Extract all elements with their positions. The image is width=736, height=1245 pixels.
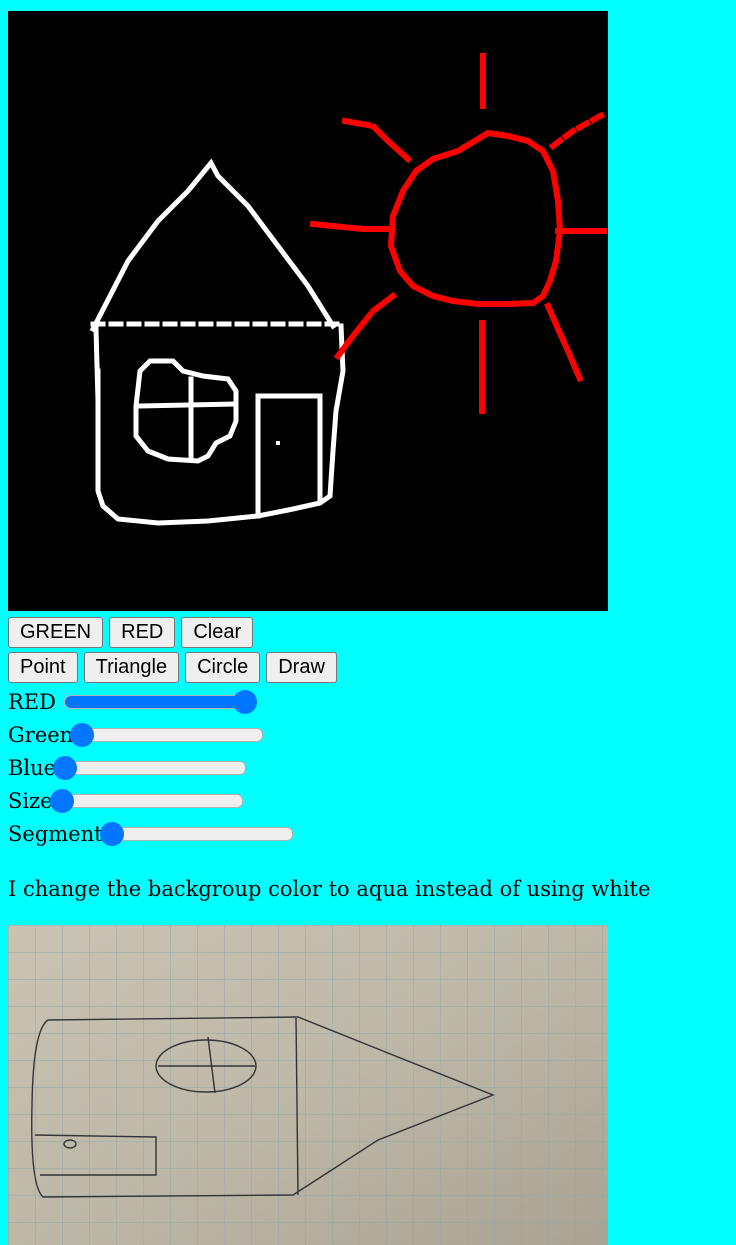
slider-label: Green [8,722,74,747]
slider-fill [64,695,245,708]
slider-thumb[interactable] [70,722,95,747]
slider-row-blue: Blue [8,751,736,784]
color-button-row: GREEN RED Clear [8,617,736,648]
slider-label: Blue [8,755,57,780]
slider-label: Segment [8,821,103,846]
slider-thumb[interactable] [232,689,257,714]
red-slider[interactable] [63,689,257,714]
green-button[interactable]: GREEN [8,617,104,648]
draw-button[interactable]: Draw [266,652,337,683]
description-text: I change the backgroup color to aqua ins… [8,877,651,901]
green-slider[interactable] [70,722,264,747]
slider-row-red: RED [8,685,736,718]
slider-row-segment: Segment [8,817,736,850]
page: GREEN RED Clear Point Triangle Circle Dr… [0,0,736,1245]
shape-button-row: Point Triangle Circle Draw [8,652,736,683]
sketch-photo [8,925,608,1245]
segment-slider[interactable] [99,821,293,846]
slider-thumb[interactable] [99,821,124,846]
slider-thumb[interactable] [53,755,78,780]
slider-thumb[interactable] [49,788,74,813]
drawing-canvas[interactable] [8,11,608,611]
canvas-drawing [8,11,608,611]
point-button[interactable]: Point [8,652,78,683]
triangle-button[interactable]: Triangle [83,652,180,683]
sketch-photo-image [8,925,608,1245]
slider-label: Size [8,788,53,813]
size-slider[interactable] [49,788,243,813]
slider-group: RED Green Blue Size Segment [8,685,736,850]
blue-slider[interactable] [53,755,247,780]
slider-label: RED [8,689,56,714]
slider-row-size: Size [8,784,736,817]
clear-button[interactable]: Clear [181,617,254,648]
circle-button[interactable]: Circle [185,652,261,683]
red-button[interactable]: RED [109,617,176,648]
slider-row-green: Green [8,718,736,751]
